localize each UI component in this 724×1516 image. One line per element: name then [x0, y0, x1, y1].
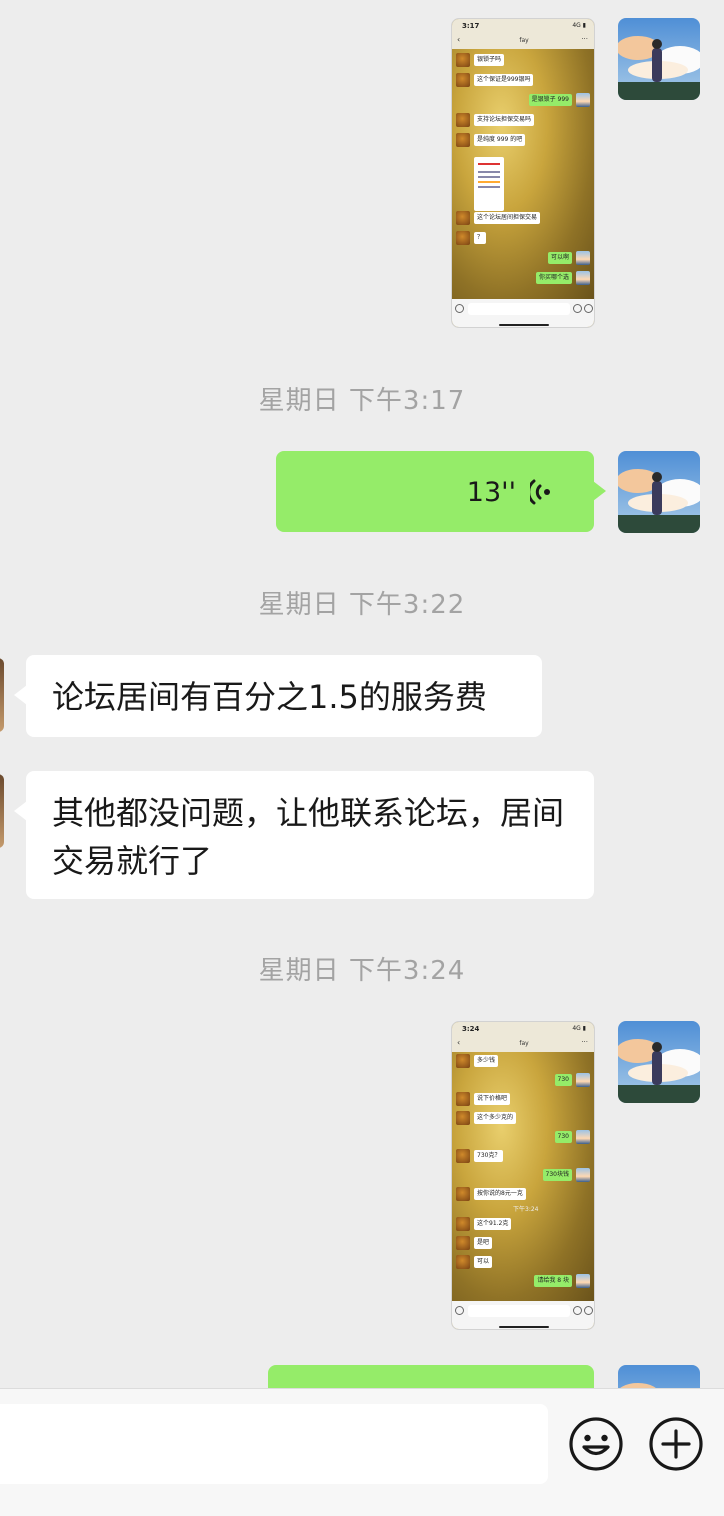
- chat-area[interactable]: 3:17 4G ▮ ‹ fay ··· 银锁子吗这个保证是999银吗是银锁子 9…: [0, 0, 724, 1388]
- screenshot-message: 这个多少克的: [474, 1112, 517, 1124]
- contact-avatar-icon: [456, 1111, 470, 1125]
- my-avatar-icon: [576, 1168, 590, 1182]
- contact-avatar-icon: [456, 1217, 470, 1231]
- screenshot-time: 3:24: [462, 1025, 480, 1033]
- more-icon: ···: [581, 35, 588, 43]
- contact-avatar-icon: [456, 1187, 470, 1201]
- contact-avatar-icon: [456, 1149, 470, 1163]
- emoji-icon: [573, 304, 582, 313]
- screenshot-chat-body: 多少钱 730 说下价格吧这个多少克的 730 730克？ 730块钱按你说的8元一克下午…: [452, 1052, 594, 1301]
- screenshot-message: 你买哪个选: [535, 272, 572, 284]
- message-input[interactable]: [0, 1404, 548, 1484]
- contact-avatar[interactable]: [0, 774, 4, 848]
- my-avatar[interactable]: [618, 1365, 700, 1388]
- contact-avatar-icon: [456, 53, 470, 67]
- screenshot-message: 这个保证是999银吗: [474, 74, 534, 86]
- screenshot-message: 730: [554, 1074, 572, 1086]
- received-message[interactable]: 论坛居间有百分之1.5的服务费: [14, 655, 542, 737]
- screenshot-message: 银锁子吗: [474, 54, 505, 66]
- contact-avatar-icon: [456, 73, 470, 87]
- voice-duration: 13'': [466, 477, 516, 508]
- image-message-screenshot[interactable]: 3:24 4G ▮ ‹ fay ··· 多少钱 730 说下价格吧这个多少克的 730…: [451, 1021, 595, 1330]
- screenshot-message: 可以啊: [547, 252, 572, 264]
- screenshot-document-image: [474, 157, 504, 211]
- my-avatar-icon: [576, 251, 590, 265]
- my-avatar[interactable]: [618, 451, 700, 533]
- contact-avatar-icon: [456, 231, 470, 245]
- screenshot-message: 730: [554, 1131, 572, 1143]
- contact-avatar-icon: [456, 211, 470, 225]
- contact-avatar-icon: [456, 133, 470, 147]
- screenshot-contact-name: fay: [519, 1040, 529, 1047]
- screenshot-message: 支持论坛担保交易吗: [474, 114, 535, 126]
- screenshot-message: 是吧: [474, 1237, 493, 1249]
- screenshot-message: 730克？: [474, 1150, 504, 1162]
- screenshot-message: 这个论坛居间担保交易: [474, 212, 541, 224]
- screenshot-message: 请给我 8 块: [534, 1275, 572, 1287]
- timestamp: 星期日 下午3:17: [258, 386, 466, 416]
- screenshot-status: 4G ▮: [572, 22, 586, 29]
- image-message-screenshot[interactable]: 3:17 4G ▮ ‹ fay ··· 银锁子吗这个保证是999银吗是银锁子 9…: [451, 18, 595, 328]
- screenshot-input: [452, 1301, 594, 1329]
- screenshot-header: 3:17 4G ▮ ‹ fay ···: [452, 19, 594, 49]
- my-avatar-icon: [576, 271, 590, 285]
- timestamp: 星期日 下午3:24: [258, 956, 466, 986]
- screenshot-message: 是纯度 999 的吧: [474, 134, 526, 146]
- plus-icon[interactable]: [648, 1416, 704, 1472]
- my-avatar[interactable]: [618, 18, 700, 100]
- voice-message-bubble[interactable]: 13'': [276, 451, 606, 532]
- screenshot-time: 3:17: [462, 22, 480, 30]
- contact-avatar-icon: [456, 1236, 470, 1250]
- screenshot-message: ？: [474, 232, 487, 244]
- screenshot-message: 730块钱: [542, 1169, 572, 1181]
- contact-avatar-icon: [456, 1092, 470, 1106]
- voice-icon: [455, 304, 464, 313]
- my-avatar-icon: [576, 93, 590, 107]
- voice-wave-icon: [530, 479, 550, 505]
- screenshot-message: 这个91.2克: [474, 1218, 512, 1230]
- screenshot-timestamp: 下午3:24: [513, 1206, 539, 1213]
- more-icon: ···: [581, 1038, 588, 1046]
- screenshot-chat-body: 银锁子吗这个保证是999银吗是银锁子 999 支持论坛担保交易吗 是纯度 999 的…: [452, 49, 594, 299]
- input-bar: [0, 1388, 724, 1516]
- my-avatar-icon: [576, 1073, 590, 1087]
- screenshot-message: 可以: [474, 1256, 493, 1268]
- screenshot-status: 4G ▮: [572, 1025, 586, 1032]
- timestamp: 星期日 下午3:22: [258, 590, 466, 620]
- plus-icon: [584, 304, 593, 313]
- sent-message-partial[interactable]: [268, 1365, 594, 1388]
- screenshot-message: 说下价格吧: [474, 1093, 511, 1105]
- contact-avatar-icon: [456, 1255, 470, 1269]
- contact-avatar-icon: [456, 113, 470, 127]
- screenshot-message: 是银锁子 999: [528, 94, 572, 106]
- screenshot-message: 按你说的8元一克: [474, 1188, 526, 1200]
- contact-avatar[interactable]: [0, 658, 4, 732]
- contact-avatar-icon: [456, 1054, 470, 1068]
- my-avatar-icon: [576, 1274, 590, 1288]
- emoji-icon[interactable]: [568, 1416, 624, 1472]
- screenshot-message: 多少钱: [474, 1055, 499, 1067]
- my-avatar[interactable]: [618, 1021, 700, 1103]
- received-message[interactable]: 其他都没问题，让他联系论坛，居间交易就行了: [14, 771, 594, 899]
- screenshot-input: [452, 299, 594, 327]
- my-avatar-icon: [576, 1130, 590, 1144]
- screenshot-contact-name: fay: [519, 37, 529, 44]
- emoji-icon: [573, 1306, 582, 1315]
- plus-icon: [584, 1306, 593, 1315]
- screenshot-header: 3:24 4G ▮ ‹ fay ···: [452, 1022, 594, 1052]
- voice-icon: [455, 1306, 464, 1315]
